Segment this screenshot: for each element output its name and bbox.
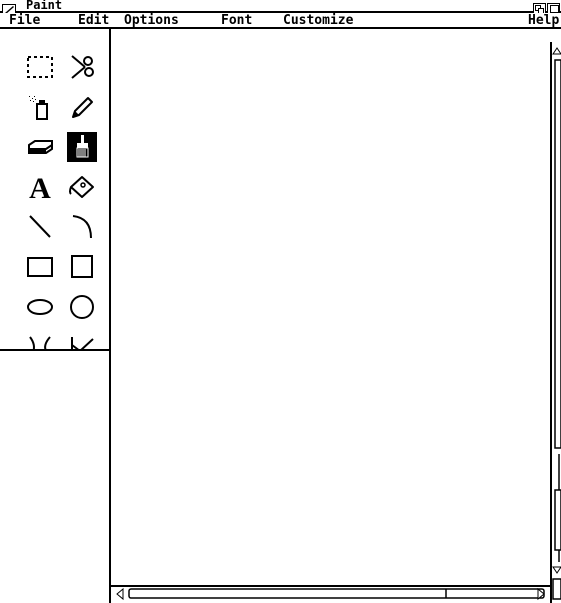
rectangle-icon [27,257,53,277]
svg-text:A: A [29,172,51,203]
window-buttons [533,0,561,15]
pencil-tool[interactable] [62,87,102,127]
menu-font[interactable]: Font [221,13,252,29]
rectangle-tool[interactable] [20,247,60,287]
rectangle-select-tool[interactable] [20,47,60,87]
paintbrush-icon [67,132,97,162]
menu-edit[interactable]: Edit [78,13,109,29]
horizontal-scroll-thumb[interactable] [128,588,545,599]
circle-tool[interactable] [62,287,102,327]
menu-bar: File Edit Options Font Customize Help [0,13,561,29]
paintbrush-tool[interactable] [62,127,102,167]
toolbox: A [0,29,111,361]
menu-options[interactable]: Options [124,13,179,29]
square-icon [71,255,93,278]
menu-customize[interactable]: Customize [283,13,353,29]
vertical-scroll-thumb[interactable] [554,59,561,562]
paint-bucket-icon [69,176,94,198]
title-bar[interactable]: Paint [0,0,561,15]
circle-icon [70,295,94,319]
menu-help[interactable]: Help [528,13,559,29]
text-tool-icon: A [29,172,51,203]
drawing-canvas[interactable] [111,29,550,588]
eraser-tool[interactable] [20,127,60,167]
square-tool[interactable] [62,247,102,287]
app-icon[interactable] [2,0,18,15]
spray-can-tool[interactable] [20,87,60,127]
spray-can-icon [29,96,48,120]
scroll-left-arrow-icon[interactable] [116,587,124,601]
line-tool[interactable] [20,207,60,247]
scroll-up-arrow-icon[interactable] [552,47,561,55]
palette-area [0,351,111,603]
scissors-icon [71,55,94,79]
scissors-tool[interactable] [62,47,102,87]
arc-icon [72,215,92,239]
menu-file[interactable]: File [9,13,40,29]
scroll-down-arrow-icon[interactable] [552,566,561,600]
horizontal-scrollbar[interactable] [111,585,550,603]
paint-bucket-tool[interactable] [62,167,102,207]
rectangle-select-icon [27,56,53,78]
window-title: Paint [26,0,63,12]
eraser-icon [28,140,53,154]
ellipse-tool[interactable] [20,287,60,327]
arc-tool[interactable] [62,207,102,247]
text-tool[interactable]: A [20,167,60,207]
pencil-icon [72,97,93,118]
vertical-scrollbar[interactable] [550,42,561,603]
line-icon [29,215,51,238]
ellipse-icon [27,299,53,315]
